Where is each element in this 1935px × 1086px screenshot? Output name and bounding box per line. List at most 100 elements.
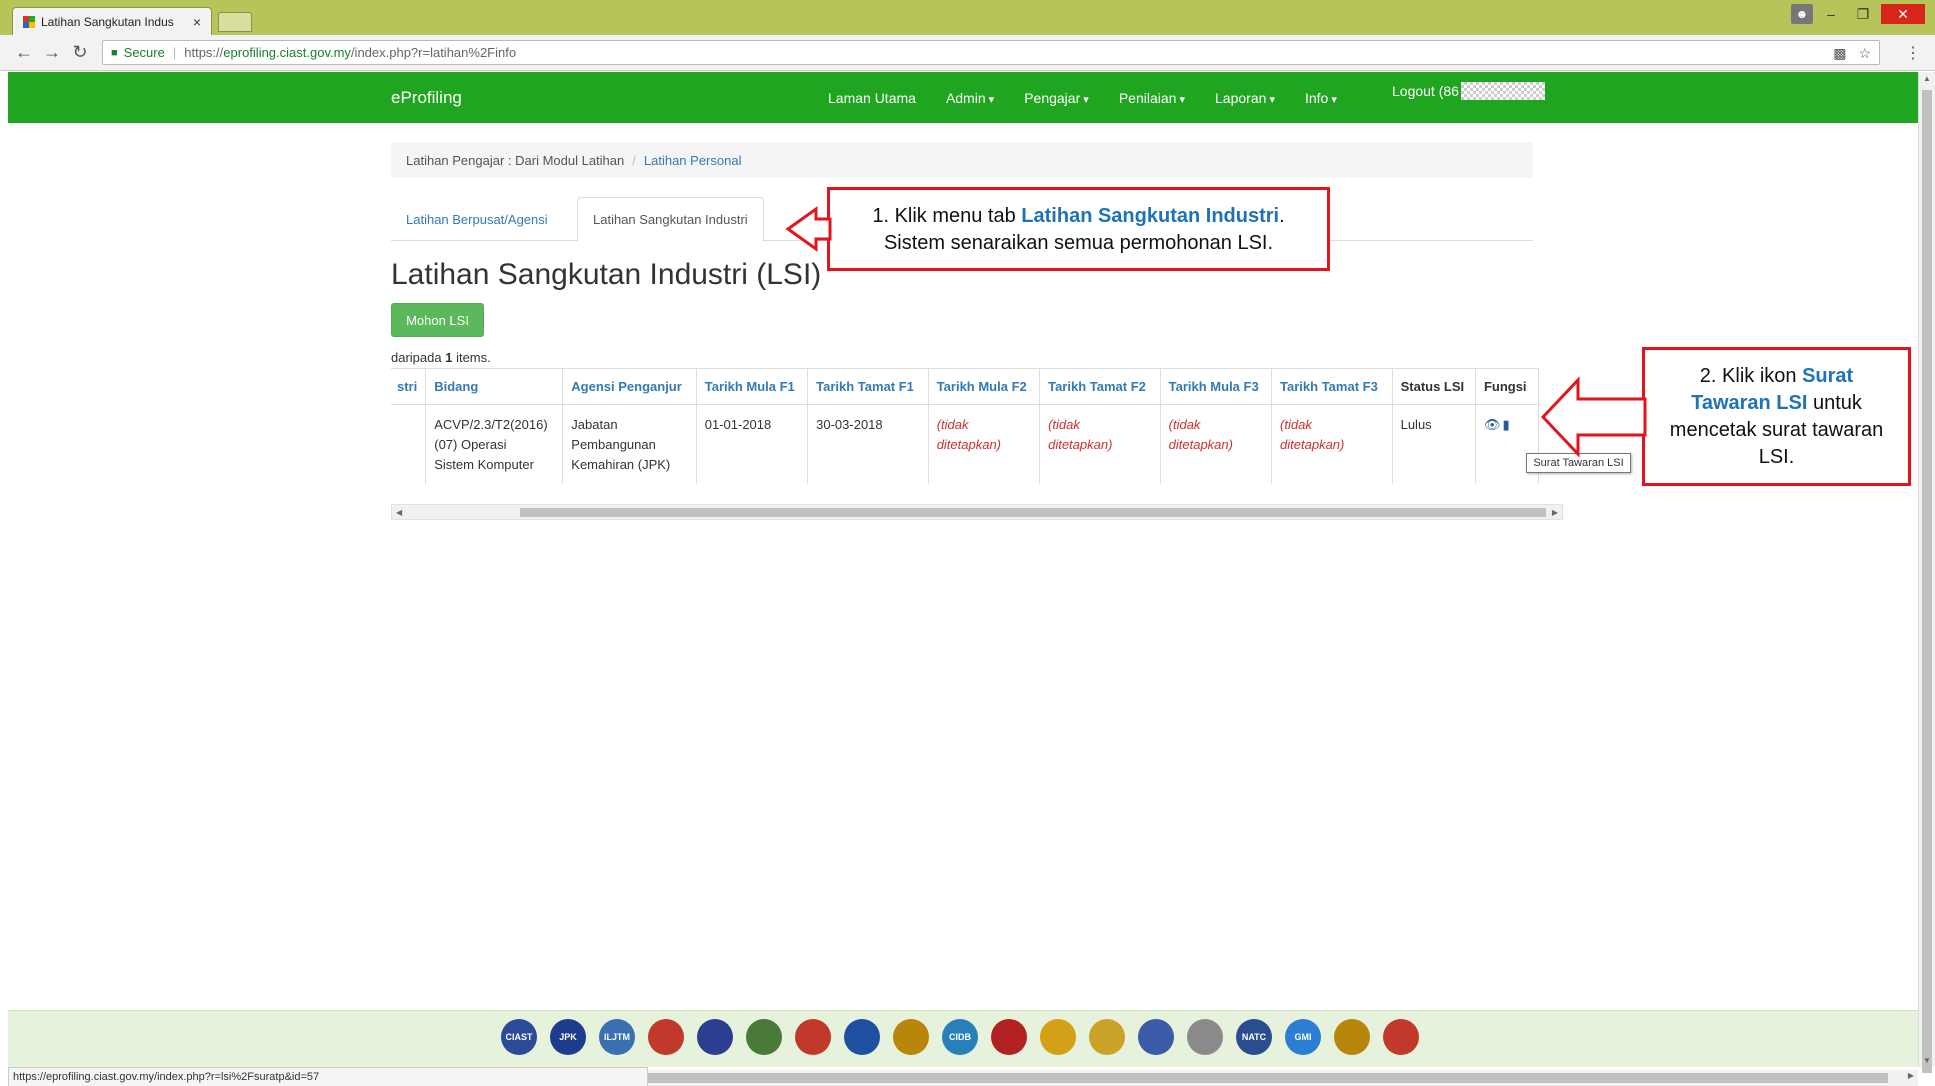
- col-header-bidang[interactable]: Bidang: [425, 368, 564, 405]
- scroll-thumb[interactable]: [520, 508, 1546, 517]
- url-host: eprofiling.ciast.gov.my: [223, 45, 351, 60]
- minimize-icon[interactable]: –: [1817, 4, 1845, 24]
- scroll-down-icon[interactable]: ▼: [1923, 1056, 1931, 1065]
- view-eye-icon[interactable]: 👁: [1484, 415, 1501, 435]
- page-vertical-scrollbar[interactable]: ▲ ▼: [1918, 72, 1935, 1073]
- page-horizontal-scrollbar[interactable]: ▶: [648, 1070, 1918, 1086]
- close-window-icon[interactable]: ✕: [1881, 4, 1925, 24]
- cell-mula-f1: 01-01-2018: [695, 404, 809, 484]
- callout2-post-1: untuk: [1807, 392, 1862, 414]
- nav-laman-utama[interactable]: Laman Utama: [828, 90, 916, 106]
- partner-logo-icon: [1334, 1019, 1370, 1055]
- callout1-line2: Sistem senaraikan semua permohonan LSI.: [883, 232, 1274, 254]
- breadcrumb-root: Latihan Pengajar : Dari Modul Latihan: [406, 152, 625, 168]
- url-path: /index.php?r=latihan%2Finfo: [350, 45, 517, 60]
- partner-logo-icon: [1089, 1019, 1125, 1055]
- col-header-mula-f1[interactable]: Tarikh Mula F1: [695, 368, 809, 405]
- redacted-username: [1460, 82, 1545, 100]
- address-bar[interactable]: ■ Secure | https:// eprofiling.ciast.gov…: [102, 40, 1880, 65]
- browser-menu-icon[interactable]: ⋮: [1905, 43, 1921, 63]
- vertical-scroll-thumb[interactable]: [1922, 90, 1932, 1073]
- browser-titlebar: Latihan Sangkutan Indus × ☻ – ❐ ✕: [0, 0, 1935, 35]
- cell-tamat-f1: 30-03-2018: [807, 404, 929, 484]
- mohon-lsi-button[interactable]: Mohon LSI: [391, 303, 484, 337]
- close-tab-icon[interactable]: ×: [193, 14, 201, 30]
- cell-bidang: ACVP/2.3/T2(2016) (07) Operasi Sistem Komp…: [425, 404, 564, 484]
- partner-logo-icon: [1138, 1019, 1174, 1055]
- table-row: ACVP/2.3/T2(2016) (07) Operasi Sistem Komp…: [391, 404, 1540, 484]
- instruction-callout-1: 1. Klik menu tab Latihan Sangkutan Indus…: [827, 187, 1330, 271]
- table-horizontal-scrollbar[interactable]: ◀ ▶: [391, 504, 1563, 520]
- nav-pengajar[interactable]: Pengajar: [1024, 90, 1089, 106]
- callout1-pre: 1. Klik menu tab: [872, 205, 1022, 227]
- col-header-tamat-f1[interactable]: Tarikh Tamat F1: [807, 368, 929, 405]
- browser-tab[interactable]: Latihan Sangkutan Indus ×: [12, 7, 212, 35]
- page-scroll-right-icon[interactable]: ▶: [1908, 1071, 1914, 1080]
- nf-line-1: (tidak: [936, 417, 969, 432]
- favicon-icon: [23, 15, 35, 28]
- tab-latihan-sangkutan-industri[interactable]: Latihan Sangkutan Industri: [577, 197, 764, 242]
- col-header-mula-f2[interactable]: Tarikh Mula F2: [927, 368, 1041, 405]
- agensi-line-2: Pembangunan: [571, 437, 656, 452]
- brand-logo-text[interactable]: eProfiling: [391, 88, 462, 108]
- callout2-line4: LSI.: [1758, 446, 1795, 468]
- table-summary: daripada 1 items.: [391, 350, 491, 365]
- cell-agensi: Jabatan Pembangunan Kemahiran (JPK): [562, 404, 697, 484]
- cell-mula-f2: (tidak ditetapkan): [927, 404, 1041, 484]
- translate-icon[interactable]: ▩: [1833, 45, 1846, 62]
- col-header-industri[interactable]: stri: [391, 368, 427, 405]
- partner-logo-icon: [893, 1019, 929, 1055]
- cell-status: Lulus: [1391, 404, 1476, 484]
- nav-info[interactable]: Info: [1305, 90, 1337, 106]
- table-header-row: stri Bidang Agensi Penganjur Tarikh Mula…: [391, 368, 1540, 405]
- omnibox-icons: ▩ ☆: [1833, 45, 1871, 62]
- user-profile-icon[interactable]: ☻: [1791, 4, 1813, 24]
- summary-suffix: items.: [452, 350, 491, 365]
- callout1-highlight: Latihan Sangkutan Industri: [1021, 205, 1280, 227]
- bookmark-star-icon[interactable]: ☆: [1858, 45, 1871, 62]
- scroll-right-icon[interactable]: ▶: [1552, 505, 1558, 520]
- document-icon[interactable]: ▮: [1502, 415, 1509, 435]
- summary-prefix: daripada: [391, 350, 446, 365]
- col-header-tamat-f2[interactable]: Tarikh Tamat F2: [1039, 368, 1161, 405]
- partner-logo-icon: GMI: [1285, 1019, 1321, 1055]
- lsi-table: stri Bidang Agensi Penganjur Tarikh Mula…: [391, 368, 1540, 484]
- nav-laporan[interactable]: Laporan: [1215, 90, 1275, 106]
- partner-logo-icon: [746, 1019, 782, 1055]
- window-controls: ☻ – ❐ ✕: [1791, 4, 1925, 24]
- nf-line-2: ditetapkan): [1280, 437, 1345, 452]
- partner-logo-icon: [648, 1019, 684, 1055]
- nav-admin[interactable]: Admin: [946, 90, 994, 106]
- nf-line-1: (tidak: [1048, 417, 1080, 432]
- partner-logo-icon: [991, 1019, 1027, 1055]
- partner-logo-icon: [1383, 1019, 1419, 1055]
- tab-latihan-berpusat[interactable]: Latihan Berpusat/Agensi: [391, 197, 563, 241]
- reload-icon[interactable]: ↻: [66, 42, 94, 63]
- col-header-tamat-f3[interactable]: Tarikh Tamat F3: [1271, 368, 1393, 405]
- callout2-line3: mencetak surat tawaran: [1669, 419, 1884, 441]
- back-arrow-icon[interactable]: ←: [10, 42, 38, 63]
- page-title: Latihan Sangkutan Industri (LSI): [391, 258, 822, 291]
- restore-icon[interactable]: ❐: [1849, 4, 1877, 24]
- breadcrumb-current[interactable]: Latihan Personal: [644, 153, 742, 168]
- browser-status-bar: https://eprofiling.ciast.gov.my/index.ph…: [8, 1067, 648, 1086]
- col-header-mula-f3[interactable]: Tarikh Mula F3: [1159, 368, 1273, 405]
- scroll-up-icon[interactable]: ▲: [1923, 74, 1931, 83]
- screen: Latihan Sangkutan Indus × ☻ – ❐ ✕ ← → ↻ …: [0, 0, 1935, 1086]
- nav-penilaian[interactable]: Penilaian: [1119, 90, 1185, 106]
- forward-arrow-icon[interactable]: →: [38, 42, 66, 63]
- nf-line-2: ditetapkan): [936, 437, 1002, 452]
- col-header-agensi[interactable]: Agensi Penganjur: [562, 368, 697, 405]
- nf-line-2: ditetapkan): [1048, 437, 1113, 452]
- callout2-pre: 2. Klik ikon: [1699, 365, 1803, 387]
- partner-logos: CIAST JPK ILJTM CIDB NATC GMI: [501, 1019, 1419, 1055]
- logout-link[interactable]: Logout (86: [1392, 82, 1545, 100]
- partner-logo-icon: [844, 1019, 880, 1055]
- cell-tamat-f2: (tidak ditetapkan): [1039, 404, 1161, 484]
- new-tab-button[interactable]: [218, 12, 252, 32]
- callout1-post: .: [1279, 205, 1285, 227]
- logout-label: Logout (86: [1392, 83, 1459, 99]
- scroll-left-icon[interactable]: ◀: [396, 505, 402, 520]
- page-horizontal-thumb[interactable]: [648, 1073, 1888, 1083]
- action-icons: 👁 ▮: [1484, 415, 1530, 435]
